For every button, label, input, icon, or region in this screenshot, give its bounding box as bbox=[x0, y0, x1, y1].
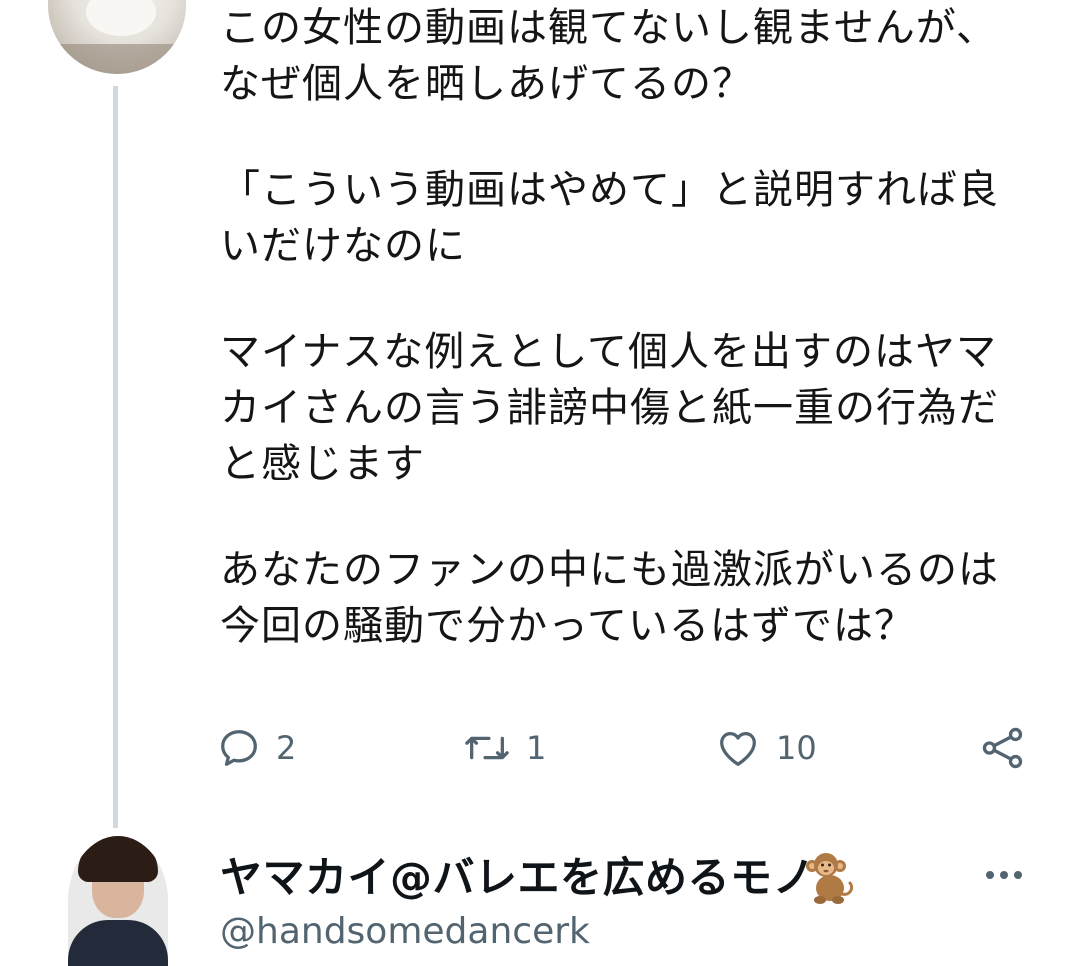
tweet-actions: 2 1 10 bbox=[216, 720, 1036, 776]
avatar[interactable] bbox=[68, 836, 168, 966]
tweet-paragraph: 「こういう動画はやめて」と説明すれば良 いだけなのに bbox=[220, 162, 1040, 274]
avatar-shirt bbox=[68, 920, 168, 966]
thread-line bbox=[113, 86, 118, 828]
tweet-line: カイさんの言う誹謗中傷と紙一重の行為だ bbox=[220, 385, 999, 431]
avatar[interactable] bbox=[48, 0, 186, 74]
avatar-cat bbox=[86, 0, 156, 36]
retweet-icon bbox=[465, 736, 509, 760]
retweet-count: 1 bbox=[526, 729, 547, 767]
user-handle: @handsomedancerk bbox=[220, 911, 590, 952]
like-button[interactable]: 10 bbox=[714, 720, 817, 776]
retweet-button[interactable]: 1 bbox=[462, 720, 546, 776]
avatar-shadow bbox=[48, 44, 186, 74]
like-icon bbox=[720, 731, 756, 766]
display-name[interactable]: ヤマカイ@バレエを広めるモノ bbox=[220, 850, 815, 906]
reply-icon bbox=[221, 730, 257, 766]
share-icon bbox=[982, 727, 1023, 769]
reply-count: 2 bbox=[276, 729, 297, 767]
tweet-line: 今回の騒動で分かっているはずでは？ bbox=[220, 603, 915, 649]
tweet-line: なぜ個人を晒しあげてるの？ bbox=[220, 61, 753, 107]
tweet-line: この女性の動画は観てないし観ませんが、 bbox=[220, 5, 997, 51]
tweet-paragraph: あなたのファンの中にも過激派がいるのは 今回の騒動で分かっているはずでは？ bbox=[220, 542, 1040, 654]
tweet-text: この女性の動画は観てないし観ませんが、 なぜ個人を晒しあげてるの？ 「こういう動… bbox=[220, 0, 1040, 704]
tweet-line: マイナスな例えとして個人を出すのはヤマ bbox=[220, 329, 997, 375]
tweet-line: 「こういう動画はやめて」と説明すれば良 bbox=[220, 167, 999, 213]
share-button[interactable] bbox=[978, 720, 1028, 776]
tweet-paragraph: マイナスな例えとして個人を出すのはヤマ カイさんの言う誹謗中傷と紙一重の行為だ … bbox=[220, 324, 1040, 492]
tweet-paragraph: この女性の動画は観てないし観ませんが、 なぜ個人を晒しあげてるの？ bbox=[220, 0, 1040, 112]
reply-button[interactable]: 2 bbox=[216, 720, 296, 776]
more-icon[interactable] bbox=[982, 860, 1026, 890]
avatar-hair bbox=[78, 836, 158, 882]
monkey-icon bbox=[806, 853, 854, 904]
tweet-line: いだけなのに bbox=[220, 223, 466, 269]
tweet-line: あなたのファンの中にも過激派がいるのは bbox=[220, 547, 999, 593]
tweet-line: と感じます bbox=[220, 441, 425, 487]
like-count: 10 bbox=[776, 729, 817, 767]
